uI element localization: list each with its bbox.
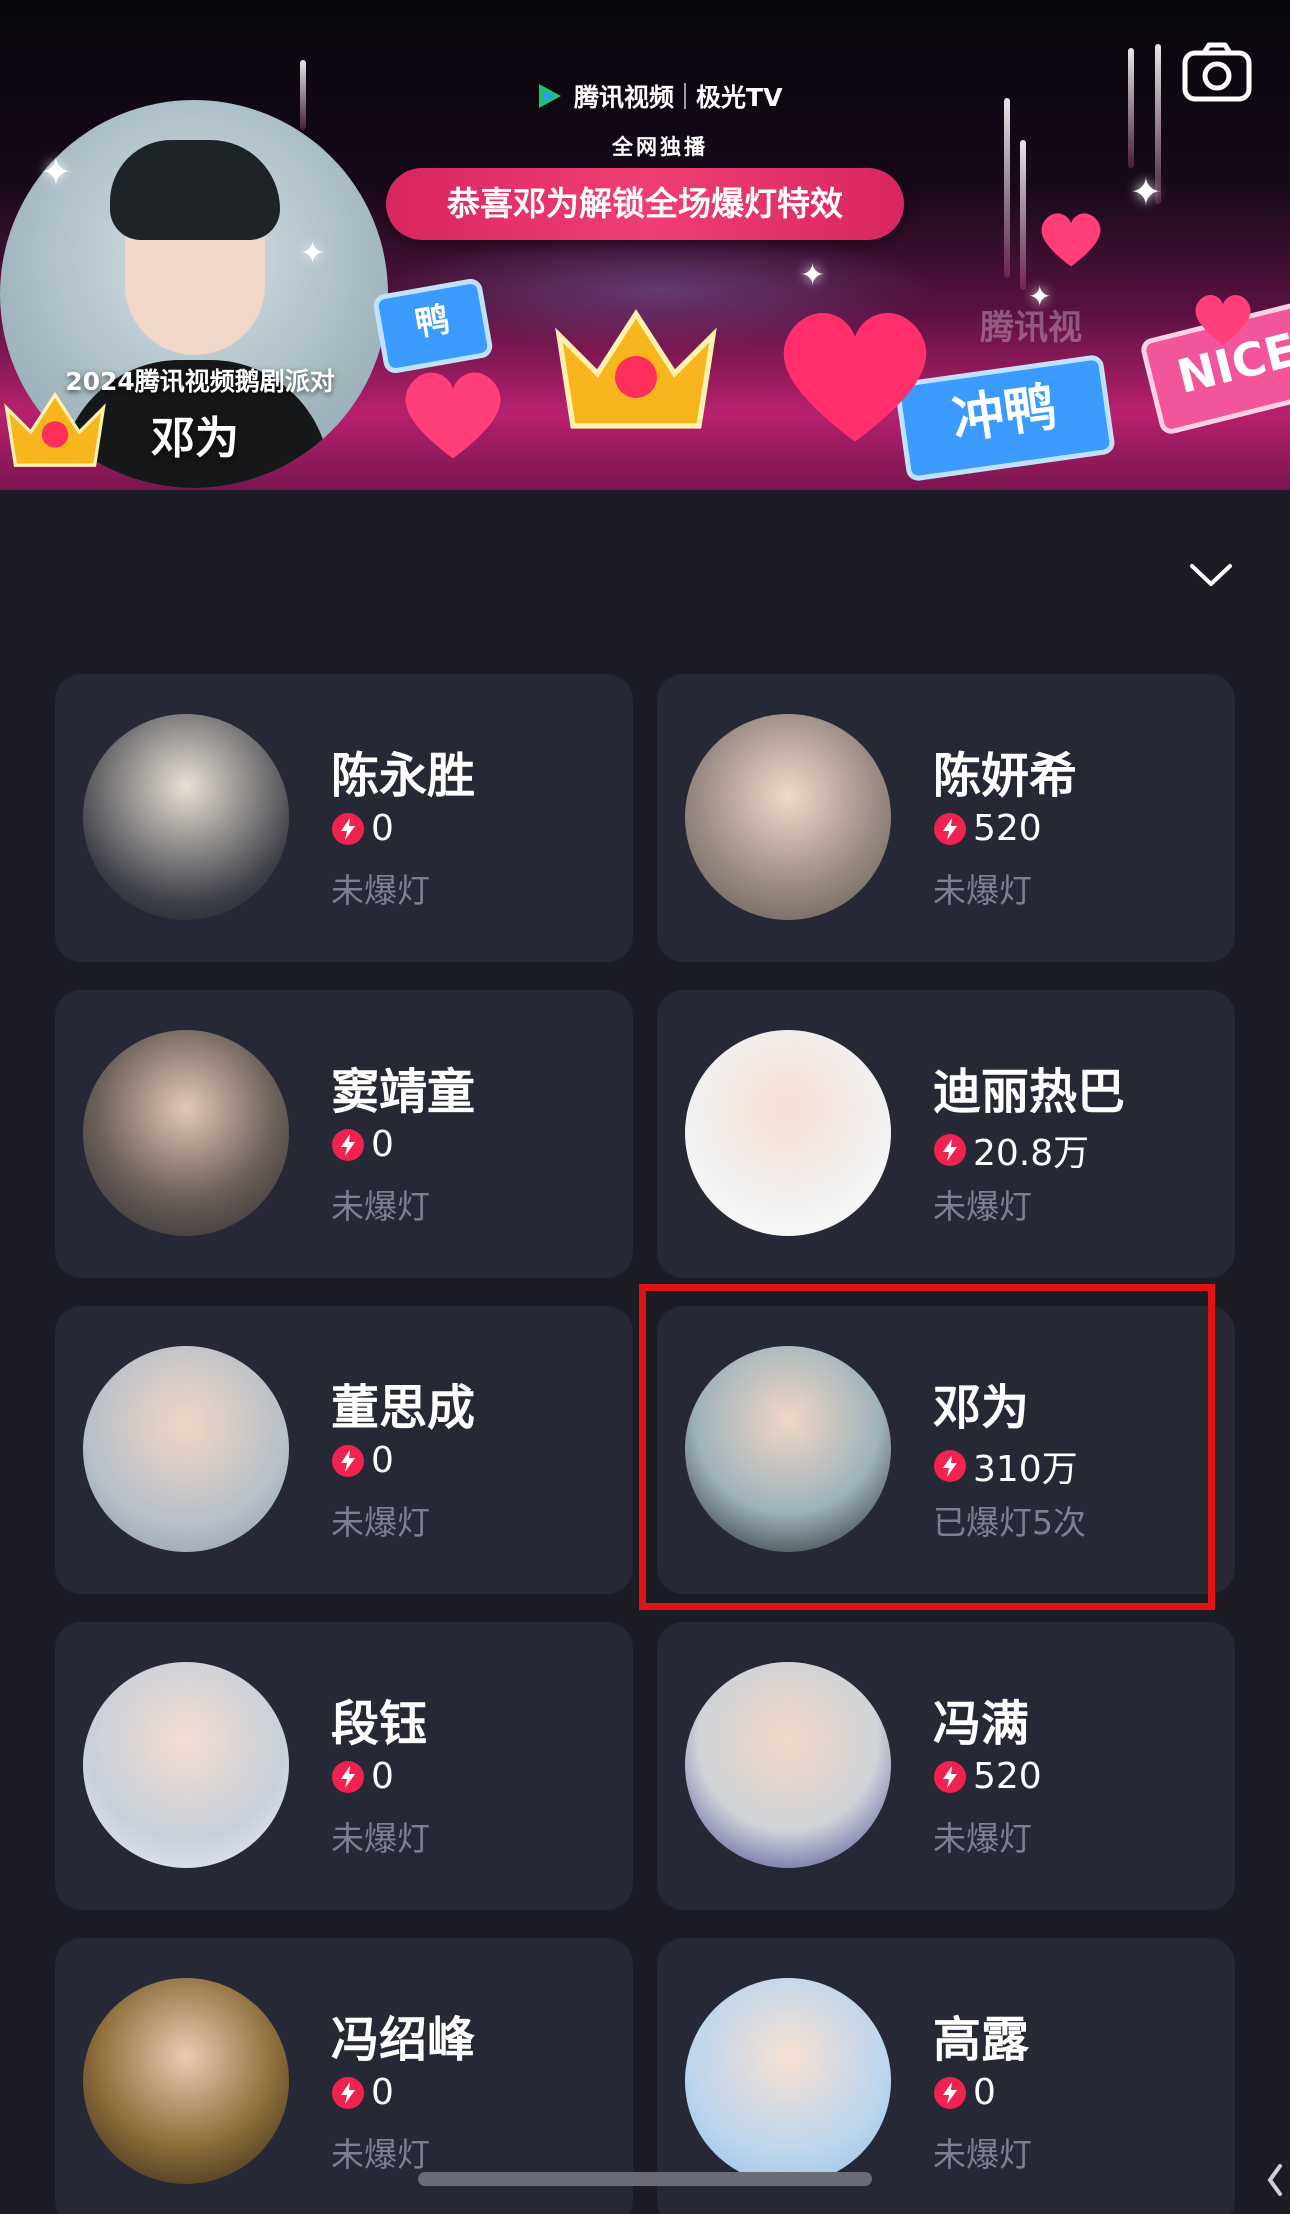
avatar <box>83 1030 289 1236</box>
score-value: 520 <box>973 808 1042 849</box>
score-row: 520 <box>933 808 1042 849</box>
artist-name: 冯满 <box>933 1696 1030 1752</box>
crown-icon <box>555 309 717 429</box>
score-row: 0 <box>331 1124 394 1165</box>
score-value: 20.8万 <box>973 1133 1090 1174</box>
artist-card[interactable]: 迪丽热巴 20.8万 未爆灯 <box>657 990 1235 1278</box>
light-beam <box>300 60 306 130</box>
avatar <box>685 1978 891 2184</box>
heart-icon <box>405 372 501 459</box>
artist-card[interactable]: 陈永胜 0 未爆灯 <box>55 674 633 962</box>
home-indicator[interactable] <box>418 2172 872 2186</box>
artist-card[interactable]: 段钰 0 未爆灯 <box>55 1622 633 1910</box>
lightning-icon <box>332 1128 364 1161</box>
light-beam <box>1020 140 1026 290</box>
artist-name: 段钰 <box>331 1696 428 1752</box>
avatar <box>83 714 289 920</box>
status-text: 未爆灯 <box>331 871 430 910</box>
score-value: 0 <box>371 2072 394 2113</box>
status-text: 未爆灯 <box>933 1187 1032 1226</box>
status-text: 未爆灯 <box>933 1819 1032 1858</box>
status-text: 已爆灯5次 <box>933 1503 1086 1542</box>
sparkle-icon: ✦ <box>800 258 826 293</box>
sparkle-icon: ✦ <box>40 150 72 194</box>
avatar <box>83 1662 289 1868</box>
avatar <box>685 1662 891 1868</box>
chevron-down-icon[interactable] <box>1186 556 1236 596</box>
score-value: 0 <box>973 2072 996 2113</box>
brand-name: 腾讯视频 <box>574 83 675 112</box>
light-beam <box>1004 98 1010 278</box>
banner: 2024腾讯视频鹅剧派对 邓为 腾讯视频 极光TV 全网独播 恭喜邓为解锁全场爆… <box>0 0 1290 490</box>
tencent-video-icon <box>539 84 561 108</box>
score-value: 0 <box>371 1756 394 1797</box>
brand-partner: 极光TV <box>696 83 783 112</box>
camera-icon[interactable] <box>1180 36 1254 110</box>
exclusive-label: 全网独播 <box>612 135 708 159</box>
avatar <box>685 1030 891 1236</box>
lightning-icon <box>934 1760 966 1793</box>
heart-icon <box>1195 295 1251 345</box>
status-text: 未爆灯 <box>331 1187 430 1226</box>
artist-card[interactable]: 窦靖童 0 未爆灯 <box>55 990 633 1278</box>
score-row: 0 <box>331 2072 394 2113</box>
score-row: 520 <box>933 1756 1042 1797</box>
score-row: 0 <box>331 1440 394 1481</box>
score-row: 0 <box>331 808 394 849</box>
artist-name: 冯绍峰 <box>331 2012 476 2068</box>
score-value: 0 <box>371 1124 394 1165</box>
status-text: 未爆灯 <box>933 2135 1032 2174</box>
artist-name: 陈永胜 <box>331 748 476 804</box>
artist-grid: 陈永胜 0 未爆灯 陈妍希 520 未爆灯 窦靖童 0 未爆灯 迪丽热巴 20.… <box>55 674 1235 2214</box>
artist-card[interactable]: 董思成 0 未爆灯 <box>55 1306 633 1594</box>
lightning-icon <box>332 812 364 845</box>
status-text: 未爆灯 <box>331 1819 430 1858</box>
sparkle-icon: ✦ <box>1130 170 1162 214</box>
heart-icon <box>783 313 927 442</box>
artist-name: 邓为 <box>933 1380 1030 1436</box>
brand-logo: 腾讯视频 极光TV <box>534 78 782 114</box>
artist-name: 陈妍希 <box>933 748 1078 804</box>
score-value: 520 <box>973 1756 1042 1797</box>
score-row: 20.8万 <box>933 1124 1089 1176</box>
artist-name: 窦靖童 <box>331 1064 476 1120</box>
status-text: 未爆灯 <box>331 2135 430 2174</box>
avatar <box>685 714 891 920</box>
score-row: 310万 <box>933 1440 1078 1492</box>
brand-divider <box>684 83 687 109</box>
side-handle-icon[interactable] <box>1262 2160 1290 2200</box>
heart-icon <box>1041 213 1101 267</box>
score-value: 0 <box>371 1440 394 1481</box>
lightning-icon <box>934 1134 966 1166</box>
lightning-icon <box>934 2076 966 2109</box>
score-row: 0 <box>933 2072 996 2113</box>
lightning-icon <box>934 812 966 845</box>
artist-card[interactable]: 陈妍希 520 未爆灯 <box>657 674 1235 962</box>
light-beam <box>1128 48 1134 168</box>
avatar <box>83 1978 289 2184</box>
sparkle-icon: ✦ <box>300 236 326 271</box>
avatar <box>685 1346 891 1552</box>
status-text: 未爆灯 <box>933 871 1032 910</box>
avatar <box>83 1346 289 1552</box>
artist-name: 高露 <box>933 2012 1030 2068</box>
score-value: 0 <box>371 808 394 849</box>
artist-name: 迪丽热巴 <box>933 1064 1126 1120</box>
lightning-icon <box>332 2076 364 2109</box>
artist-card[interactable]: 邓为 310万 已爆灯5次 <box>657 1306 1235 1594</box>
artist-name: 董思成 <box>331 1380 476 1436</box>
status-text: 未爆灯 <box>331 1503 430 1542</box>
score-row: 0 <box>331 1756 394 1797</box>
lightning-icon <box>332 1444 364 1477</box>
lightning-icon <box>332 1760 364 1793</box>
sparkle-icon: ✦ <box>1028 280 1052 313</box>
crown-icon <box>4 391 106 467</box>
score-value: 310万 <box>973 1449 1078 1490</box>
artist-card[interactable]: 冯满 520 未爆灯 <box>657 1622 1235 1910</box>
lightning-icon <box>934 1450 966 1482</box>
unlock-notice: 恭喜邓为解锁全场爆灯特效 <box>386 168 904 240</box>
